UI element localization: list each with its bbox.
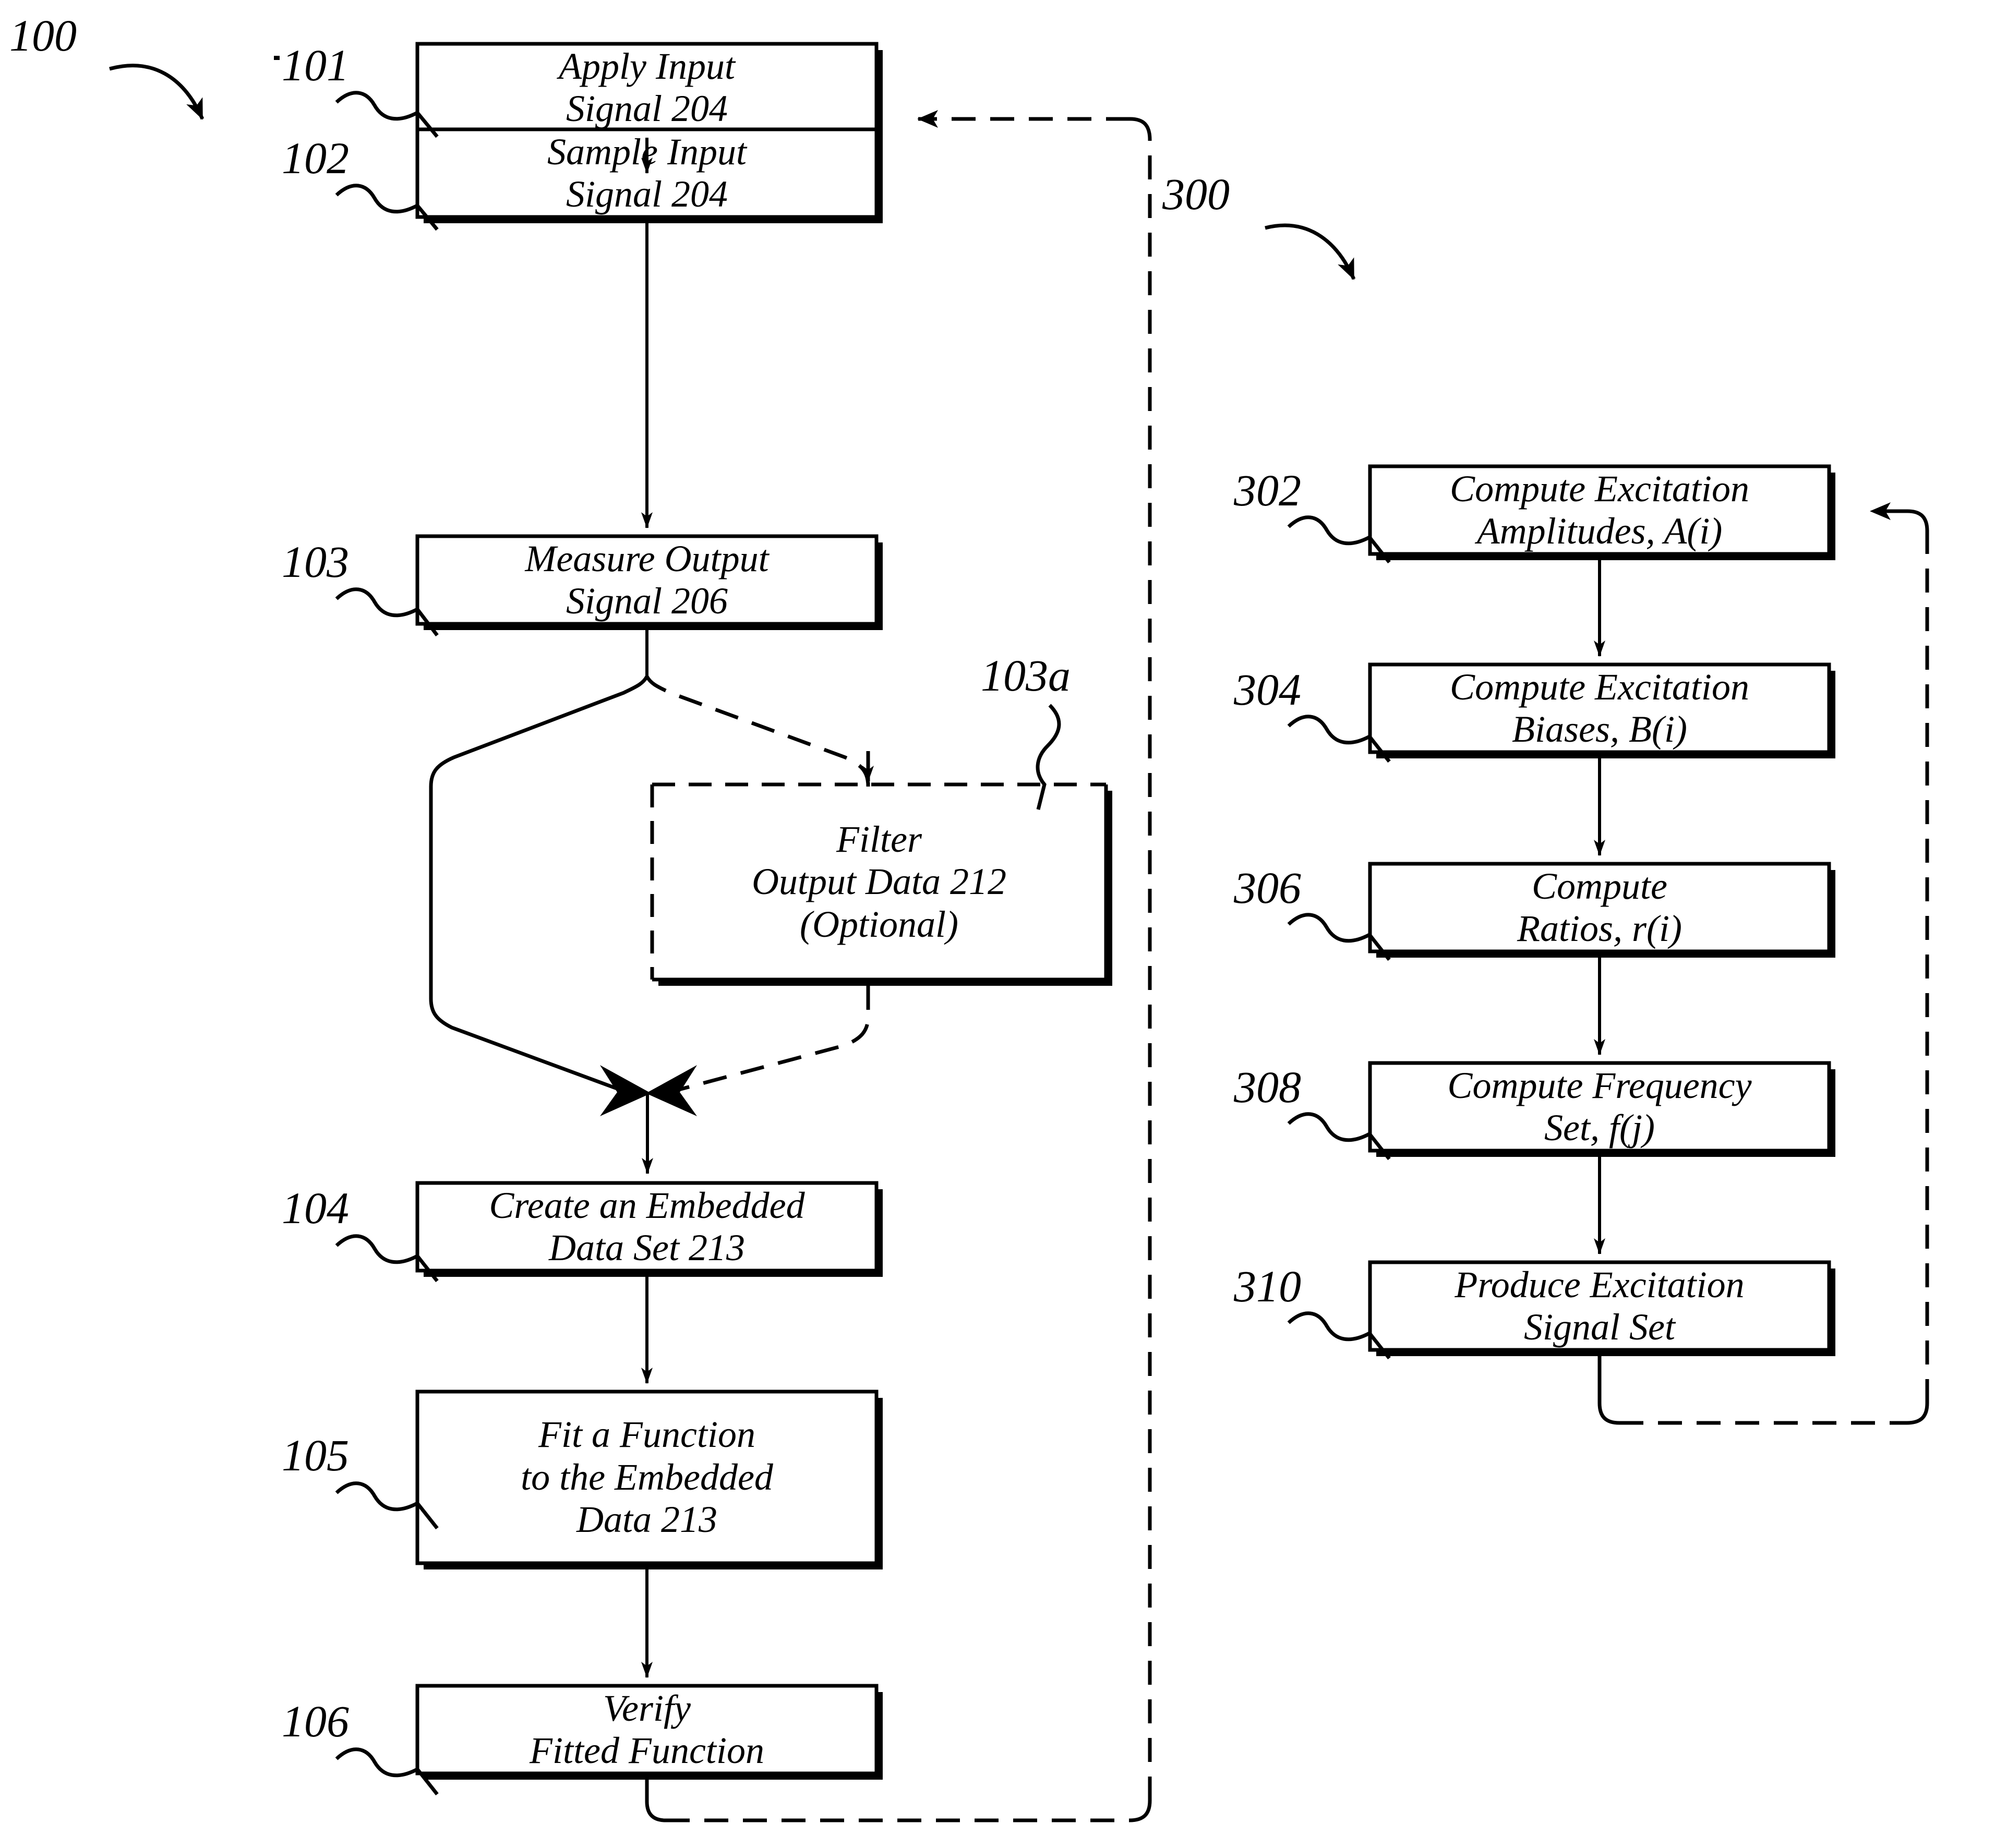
feedback-310-302-corner bbox=[1906, 1403, 1929, 1425]
ref-label-104: 104 bbox=[282, 1183, 349, 1233]
filter-out-dashed bbox=[672, 986, 870, 1093]
ref-label-102: 102 bbox=[282, 133, 349, 183]
ref-label-103a: 103a bbox=[981, 650, 1071, 700]
box-103a bbox=[650, 782, 1108, 982]
box-302 bbox=[1368, 464, 1831, 556]
box-103 bbox=[415, 534, 879, 626]
feedback-310-302-stub bbox=[1597, 1356, 1620, 1425]
leader-300 bbox=[1265, 223, 1356, 280]
ref-label-302: 302 bbox=[1234, 465, 1301, 515]
ref-label-103: 103 bbox=[282, 537, 349, 587]
ref-label-308: 308 bbox=[1234, 1062, 1301, 1112]
box-106 bbox=[415, 1684, 879, 1775]
ref-label-300: 300 bbox=[1162, 169, 1230, 219]
ref-label-105: 105 bbox=[282, 1430, 349, 1480]
box-101 bbox=[415, 42, 879, 134]
ref-label-306: 306 bbox=[1234, 863, 1301, 913]
ref-label-310: 310 bbox=[1234, 1261, 1301, 1311]
box-310 bbox=[1368, 1260, 1831, 1352]
feedback-106-101-topcorner bbox=[1129, 117, 1152, 140]
feedback-310-302-topcorner bbox=[1907, 509, 1929, 532]
feedback-106-101-corner bbox=[1129, 1800, 1152, 1822]
branch-bypass-left bbox=[429, 675, 649, 1093]
leader-100 bbox=[109, 64, 205, 120]
branch-filter-right bbox=[645, 675, 870, 787]
box-105 bbox=[415, 1390, 879, 1565]
box-306 bbox=[1368, 862, 1831, 953]
diagram-vector-layer bbox=[109, 42, 1929, 1822]
figure-canvas: 100 300 101 102 103 103a 104 105 106 302… bbox=[0, 0, 1995, 1848]
stray-mark bbox=[274, 56, 280, 60]
ref-label-304: 304 bbox=[1234, 665, 1301, 715]
ref-label-101: 101 bbox=[282, 40, 349, 90]
box-304 bbox=[1368, 662, 1831, 754]
feedback-106-101-solid-a bbox=[645, 1780, 666, 1822]
box-308 bbox=[1368, 1061, 1831, 1153]
ref-label-106: 106 bbox=[282, 1696, 349, 1746]
ref-label-100: 100 bbox=[9, 10, 77, 61]
box-104 bbox=[415, 1181, 879, 1273]
